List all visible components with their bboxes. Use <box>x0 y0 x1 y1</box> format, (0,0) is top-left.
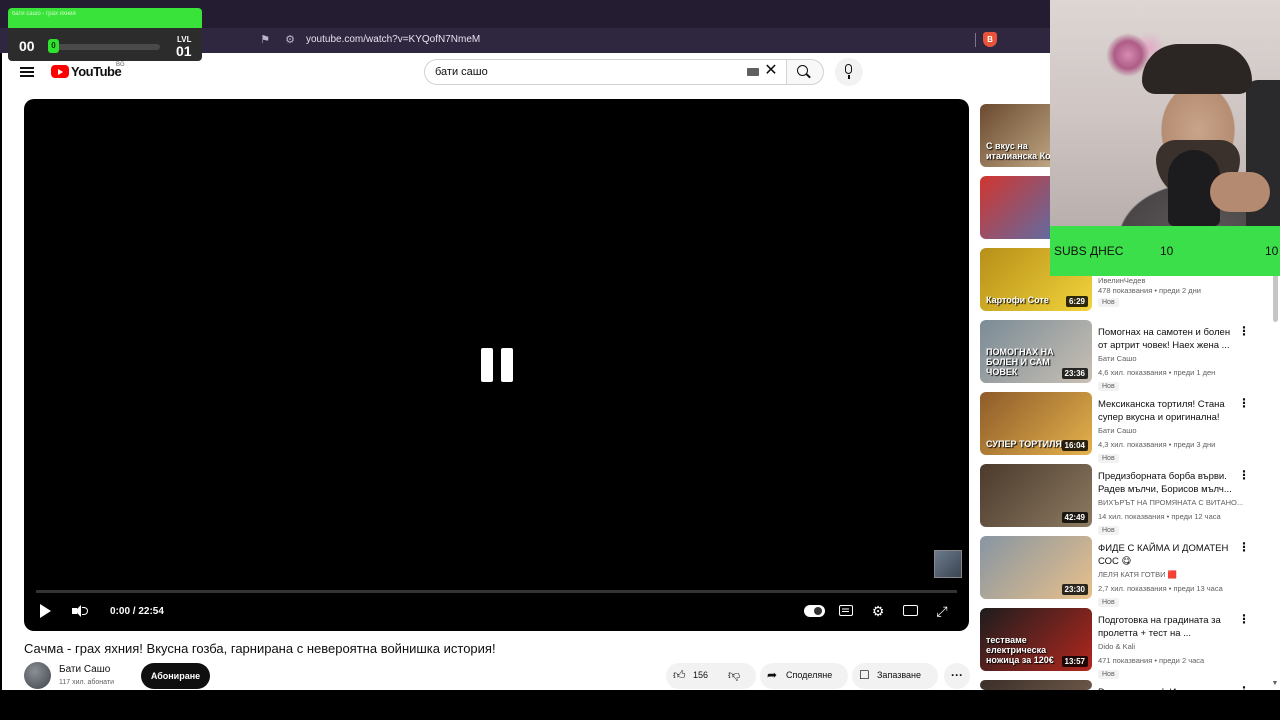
rec-title[interactable]: Предизборната борба върви. Радев мълчи, … <box>1098 470 1238 496</box>
rec-channel[interactable]: ИвелинЧедев <box>1098 276 1248 285</box>
subtitles-icon[interactable] <box>839 605 853 616</box>
subs-today-current: 10 <box>1160 244 1174 258</box>
rec-title[interactable]: Мексиканска тортиля! Стана супер вкусна … <box>1098 398 1238 424</box>
rec-thumbnail[interactable]: ПОМОГНАХ НА БОЛЕН И САМ ЧОВЕК 23:36 <box>980 320 1092 383</box>
level-progress-track <box>48 44 160 50</box>
rec-meta: 14 хил. показвания • преди 12 часа <box>1098 512 1221 521</box>
pause-indicator-icon <box>481 348 517 382</box>
subscribe-button[interactable]: Абониране <box>141 663 210 689</box>
rec-more-options-icon[interactable]: ⋮ <box>1238 540 1250 554</box>
country-code: BG <box>116 62 125 68</box>
rec-channel[interactable]: Бати Сашо <box>1098 426 1248 435</box>
thumbs-down-icon[interactable]: 👎︎ <box>728 668 740 683</box>
rec-badge: Нов <box>1098 598 1119 607</box>
autoplay-toggle[interactable] <box>804 605 825 617</box>
subs-today-goal: 10 <box>1265 244 1279 258</box>
rec-meta: 471 показвания • преди 2 часа <box>1098 656 1205 665</box>
rec-badge: Нов <box>1098 382 1119 391</box>
rec-title[interactable]: ФИДЕ С КАЙМА И ДОМАТЕН СОС 😋 <box>1098 542 1238 568</box>
rec-thumbnail[interactable]: 23:30 <box>980 536 1092 599</box>
progress-bar[interactable] <box>36 590 957 593</box>
rec-badge: Нов <box>1098 526 1119 535</box>
channel-name[interactable]: Бати Сашо <box>59 664 110 675</box>
url-text[interactable]: youtube.com/watch?v=KYQofN7NmeM <box>306 34 480 45</box>
webcam-head <box>1142 44 1252 94</box>
theater-mode-icon[interactable] <box>903 605 918 616</box>
level-score: 00 <box>19 38 35 54</box>
rec-meta: 2,7 хил. показвания • преди 13 часа <box>1098 584 1223 593</box>
rec-duration: 23:36 <box>1061 368 1088 379</box>
rec-meta: 478 показвания • преди 2 дни <box>1098 286 1201 295</box>
channel-avatar[interactable] <box>24 662 51 689</box>
play-icon[interactable] <box>40 604 51 618</box>
rec-more-options-icon[interactable]: ⋮ <box>1238 468 1250 482</box>
rec-more-options-icon[interactable]: ⋮ <box>1238 324 1250 338</box>
toolbar-divider <box>975 33 976 47</box>
rec-channel[interactable]: Бати Сашо <box>1098 354 1248 363</box>
rec-channel[interactable]: ЛЕЛЯ КАТЯ ГОТВИ 🟥 <box>1098 570 1248 579</box>
level-progress-chip: 0 <box>48 39 59 53</box>
channel-watermark[interactable] <box>934 550 962 578</box>
brave-shield-icon[interactable]: B <box>983 32 997 47</box>
rec-badge: Нов <box>1098 454 1119 463</box>
site-info-icon[interactable]: ⚙ <box>283 33 297 47</box>
search-input-value[interactable]: бати сашо <box>435 66 488 78</box>
taskbar-area <box>0 690 1280 720</box>
rec-thumbnail[interactable]: тестваме електрическа ножица за 120€ 13:5… <box>980 608 1092 671</box>
rec-duration: 42:49 <box>1061 512 1088 523</box>
keyboard-icon[interactable] <box>747 68 759 76</box>
menu-icon[interactable] <box>20 65 34 79</box>
thumbs-up-icon[interactable]: 👍︎ <box>673 668 686 683</box>
level-number: 01 <box>176 43 192 59</box>
rec-duration: 6:29 <box>1065 296 1088 307</box>
video-title: Сачма - грах яхния! Вкусна гозба, гарнир… <box>24 641 496 656</box>
share-icon[interactable]: ➦ <box>767 668 777 682</box>
rec-channel[interactable]: ВИХЪРЪТ НА ПРОМЯНАТА С ВИТАНО... <box>1098 498 1248 507</box>
time-display: 0:00 / 22:54 <box>110 606 164 617</box>
rec-badge: Нов <box>1098 298 1119 307</box>
settings-gear-icon[interactable]: ⚙ <box>869 603 887 619</box>
rec-title[interactable]: Подготовка на градината за пролетта + те… <box>1098 614 1238 640</box>
rec-thumbnail-caption: Картофи Соте <box>986 295 1049 305</box>
rec-thumbnail[interactable]: 42:49 <box>980 464 1092 527</box>
subs-today-label: SUBS ДНЕС <box>1054 244 1124 258</box>
microphone-icon[interactable] <box>845 64 852 74</box>
scroll-down-arrow-icon[interactable]: ▼ <box>1270 680 1280 690</box>
search-icon[interactable] <box>797 65 808 76</box>
rec-meta: 4,6 хил. показвания • преди 1 ден <box>1098 368 1216 377</box>
volume-icon[interactable] <box>72 604 90 618</box>
share-label[interactable]: Споделяне <box>786 670 832 680</box>
fullscreen-icon[interactable]: ⤢ <box>933 603 951 619</box>
rec-channel[interactable]: Dido & Kali <box>1098 642 1248 651</box>
microphone-stem <box>848 75 850 79</box>
webcam-hand <box>1210 172 1270 212</box>
rec-more-options-icon[interactable]: ⋮ <box>1238 612 1250 626</box>
rec-thumbnail[interactable]: СУПЕР ТОРТИЛЯ 16:04 <box>980 392 1092 455</box>
bookmark-icon[interactable]: ⚑ <box>258 33 272 47</box>
rec-meta: 4,3 хил. показвания • преди 3 дни <box>1098 440 1216 449</box>
clear-search-icon[interactable]: ✕ <box>764 62 778 80</box>
youtube-logo-text[interactable]: YouTube <box>71 64 122 79</box>
more-actions-icon[interactable]: ··· <box>944 663 970 689</box>
rec-duration: 23:30 <box>1061 584 1088 595</box>
rec-duration: 16:04 <box>1061 440 1088 451</box>
bookmark-save-icon[interactable]: ☐ <box>859 668 870 682</box>
rec-thumbnail[interactable] <box>980 680 1092 690</box>
like-count[interactable]: 156 <box>693 670 708 680</box>
rec-badge: Нов <box>1098 670 1119 679</box>
rec-more-options-icon[interactable]: ⋮ <box>1238 396 1250 410</box>
save-label[interactable]: Запазване <box>877 670 921 680</box>
rec-duration: 13:57 <box>1061 656 1088 667</box>
rec-title[interactable]: Помогнах на самотен и болен от артрит чо… <box>1098 326 1238 352</box>
webcam-feed <box>1050 0 1280 226</box>
stream-title-text: бати сашо - грах яхния <box>12 11 76 17</box>
youtube-logo-icon[interactable] <box>51 65 69 78</box>
channel-subscriber-count: 117 хил. абонати <box>59 679 115 686</box>
